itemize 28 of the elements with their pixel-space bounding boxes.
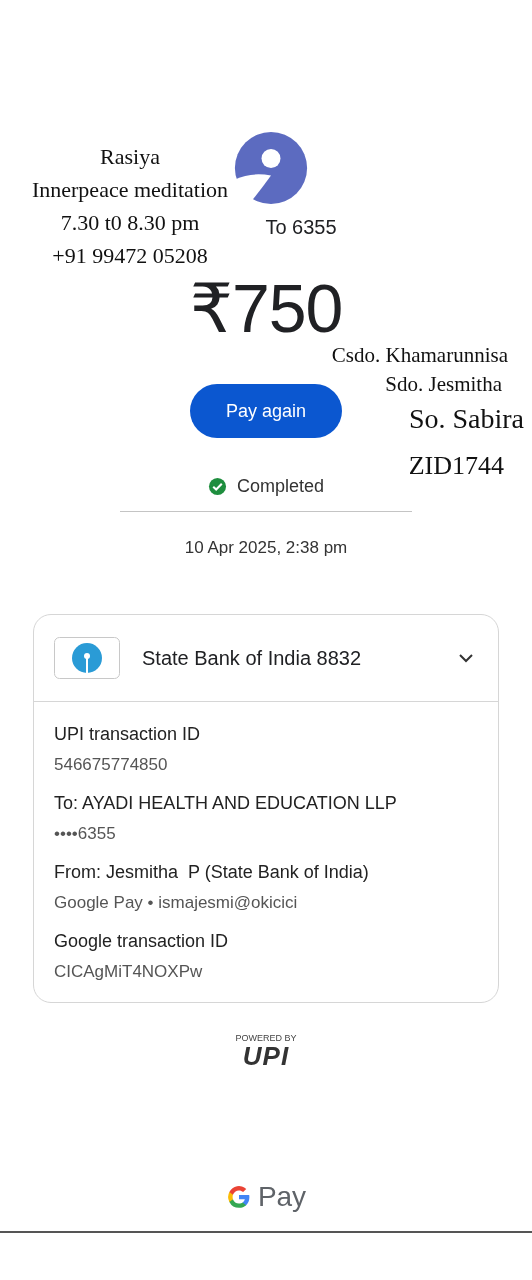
annotation-text: Sdo. Jesmitha — [385, 372, 502, 397]
detail-value: 546675774850 — [54, 755, 169, 775]
google-g-icon — [225, 1184, 252, 1210]
annotation-text: Innerpeace meditation — [31, 176, 229, 204]
transaction-date: 10 Apr 2025, 2:38 pm — [184, 538, 348, 558]
bank-account-name: State Bank of India 8832 — [142, 646, 363, 670]
annotation-text: +91 99472 05208 — [52, 242, 208, 270]
pay-again-button[interactable]: Pay again — [190, 384, 342, 438]
detail-label: To: AYADI HEALTH AND EDUCATION LLP — [54, 793, 398, 814]
person-avatar-icon — [233, 130, 309, 206]
detail-value: CICAgMiT4NOXPw — [54, 962, 204, 982]
annotation-text: So. Sabira — [408, 403, 524, 435]
bank-account-row[interactable]: State Bank of India 8832 — [34, 615, 498, 702]
detail-label: UPI transaction ID — [54, 724, 202, 745]
chevron-down-icon[interactable] — [458, 653, 474, 663]
status-label: Completed — [236, 476, 324, 497]
brand-name: Pay — [257, 1181, 307, 1213]
detail-value: ••••6355 — [54, 824, 117, 844]
annotation-text: ZID1744 — [408, 451, 504, 481]
upi-logo: UPI — [242, 1043, 290, 1069]
detail-label: Google transaction ID — [54, 931, 230, 952]
recipient-label: To 6355 — [265, 216, 337, 239]
annotation-text: 7.30 t0 8.30 pm — [60, 209, 200, 237]
detail-label: From: Jesmitha P (State Bank of India) — [54, 862, 370, 883]
annotation-text: Rasiya — [100, 143, 160, 171]
powered-by-label: POWERED BY — [235, 1033, 297, 1043]
detail-value: Google Pay • ismajesmi@okicici — [54, 893, 299, 913]
bank-logo-icon — [54, 637, 120, 679]
